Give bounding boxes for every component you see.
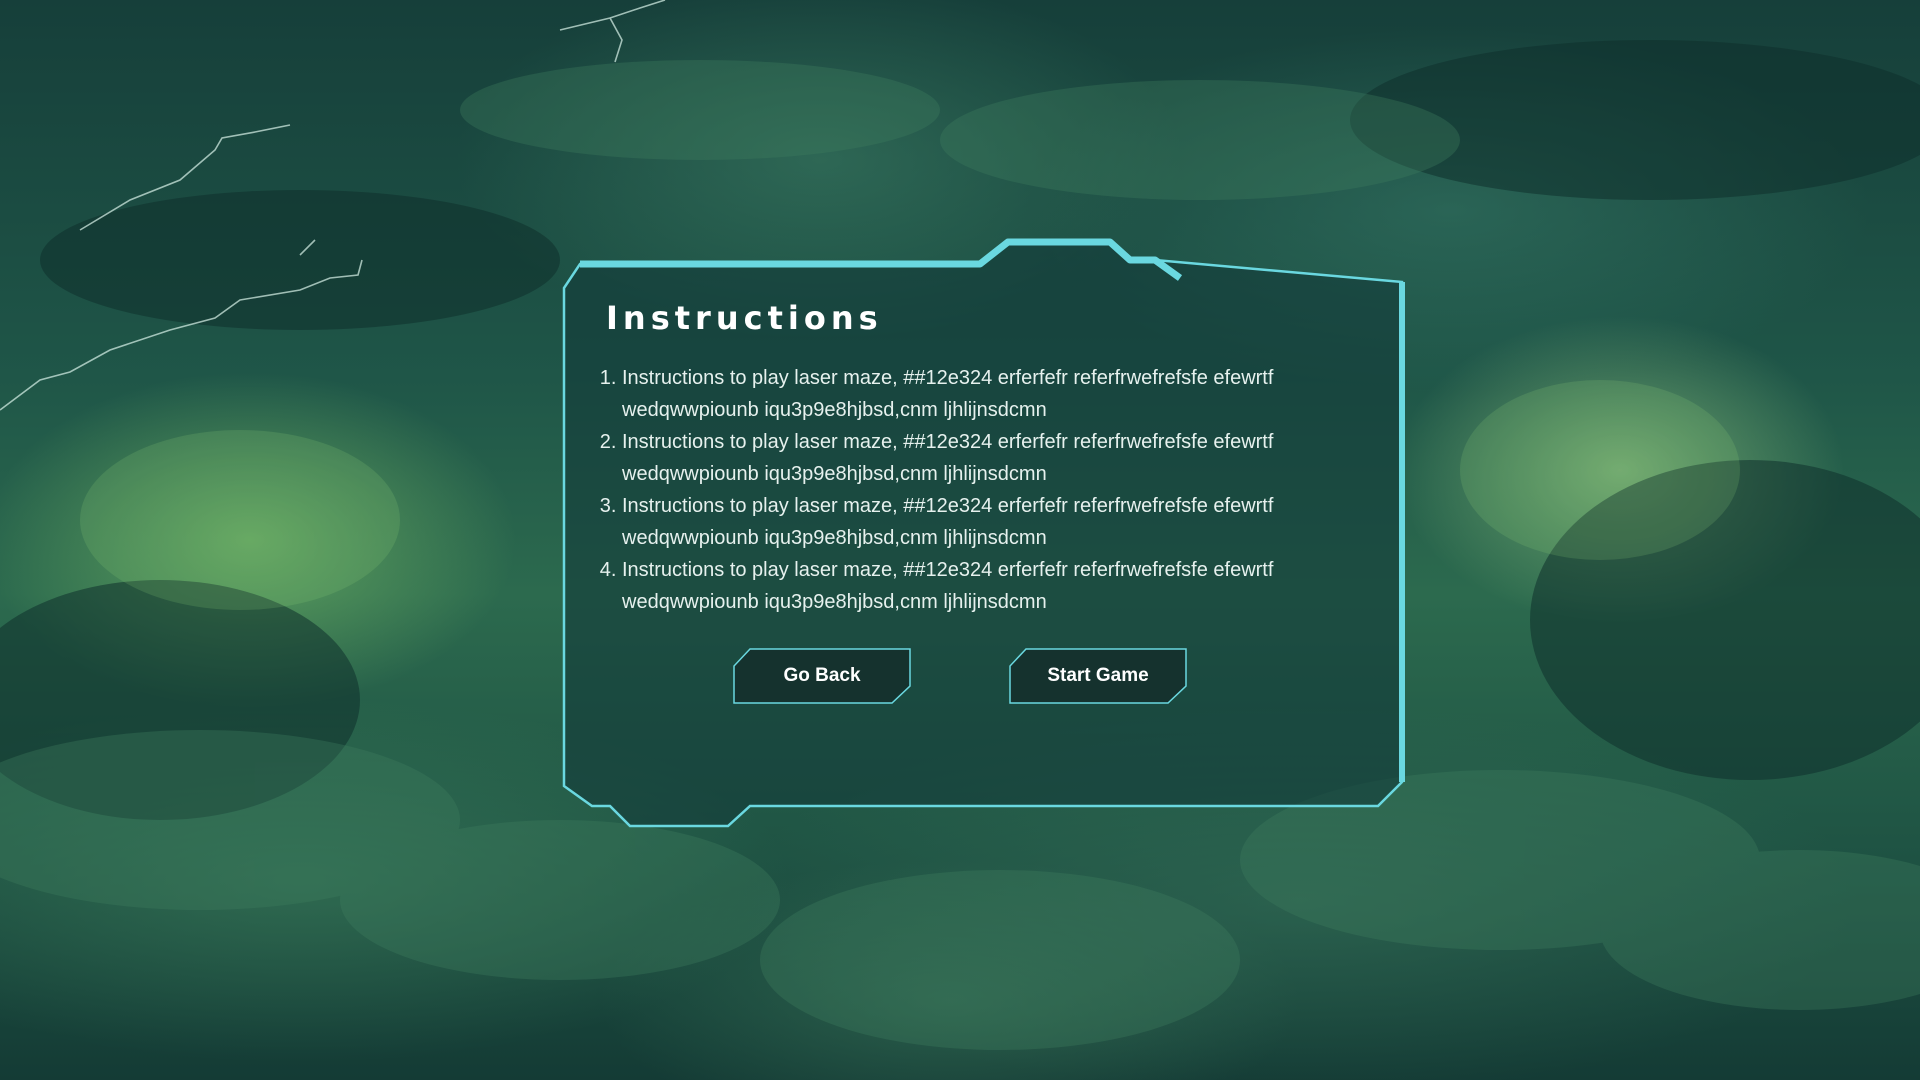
- instruction-item: Instructions to play laser maze, ##12e32…: [622, 362, 1362, 426]
- panel-title: Instructions: [606, 299, 883, 337]
- instruction-item: Instructions to play laser maze, ##12e32…: [622, 490, 1362, 554]
- instruction-list: Instructions to play laser maze, ##12e32…: [596, 362, 1362, 618]
- instructions-panel: Instructions Instructions to play laser …: [560, 238, 1410, 842]
- go-back-label: Go Back: [783, 665, 861, 686]
- game-screen: Instructions Instructions to play laser …: [0, 0, 1920, 1080]
- start-game-label: Start Game: [1047, 665, 1149, 686]
- instruction-item: Instructions to play laser maze, ##12e32…: [622, 554, 1362, 618]
- go-back-button[interactable]: Go Back: [732, 648, 912, 704]
- instruction-item: Instructions to play laser maze, ##12e32…: [622, 426, 1362, 490]
- start-game-button[interactable]: Start Game: [1008, 648, 1188, 704]
